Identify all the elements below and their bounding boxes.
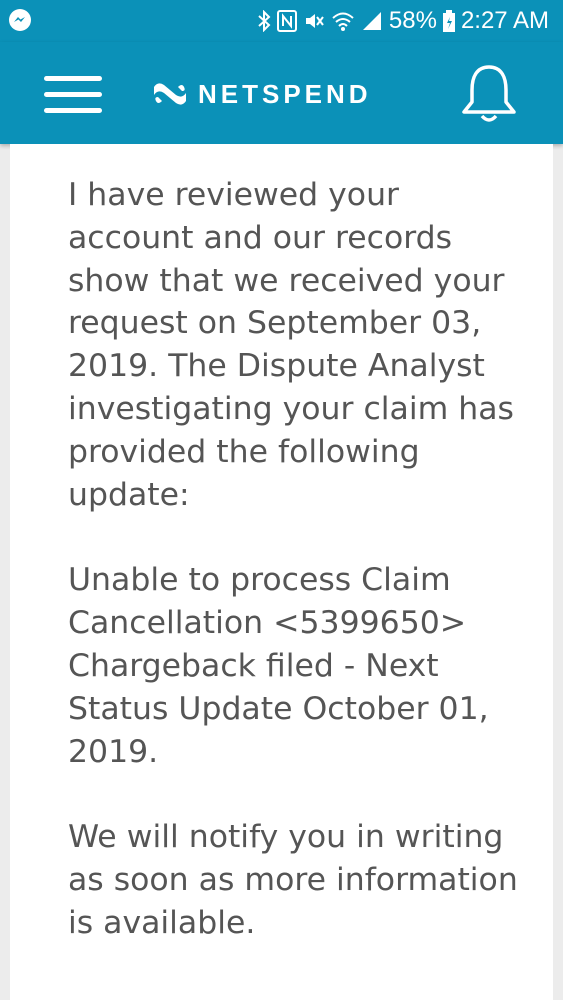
netspend-logo[interactable]: NETSPEND — [152, 76, 372, 112]
nfc-icon — [276, 10, 297, 32]
bell-icon[interactable] — [456, 62, 522, 128]
message-paragraph: I have reviewed your account and our rec… — [68, 177, 514, 513]
clock: 2:27 AM — [460, 7, 549, 34]
wifi-icon — [332, 12, 354, 31]
messenger-icon — [9, 9, 31, 31]
signal-icon — [362, 12, 381, 30]
menu-button[interactable] — [38, 68, 108, 120]
message-paragraph: Unable to process Claim Cancellation <53… — [68, 562, 489, 770]
message-card: I have reviewed your account and our rec… — [10, 144, 553, 1000]
netspend-logo-icon — [154, 83, 186, 105]
bluetooth-icon — [258, 10, 271, 32]
status-icons: 58% 2:27 AM — [257, 4, 549, 38]
hamburger-icon — [44, 76, 102, 81]
app-bar: NETSPEND — [0, 42, 563, 144]
mute-icon — [305, 14, 324, 28]
battery-percent: 58% — [388, 7, 437, 34]
battery-icon — [442, 10, 455, 32]
message-body: I have reviewed your account and our rec… — [68, 174, 528, 988]
logo-text: NETSPEND — [198, 78, 372, 109]
status-bar: 58% 2:27 AM — [0, 0, 563, 42]
message-paragraph: We will notify you in writing as soon as… — [68, 819, 518, 941]
